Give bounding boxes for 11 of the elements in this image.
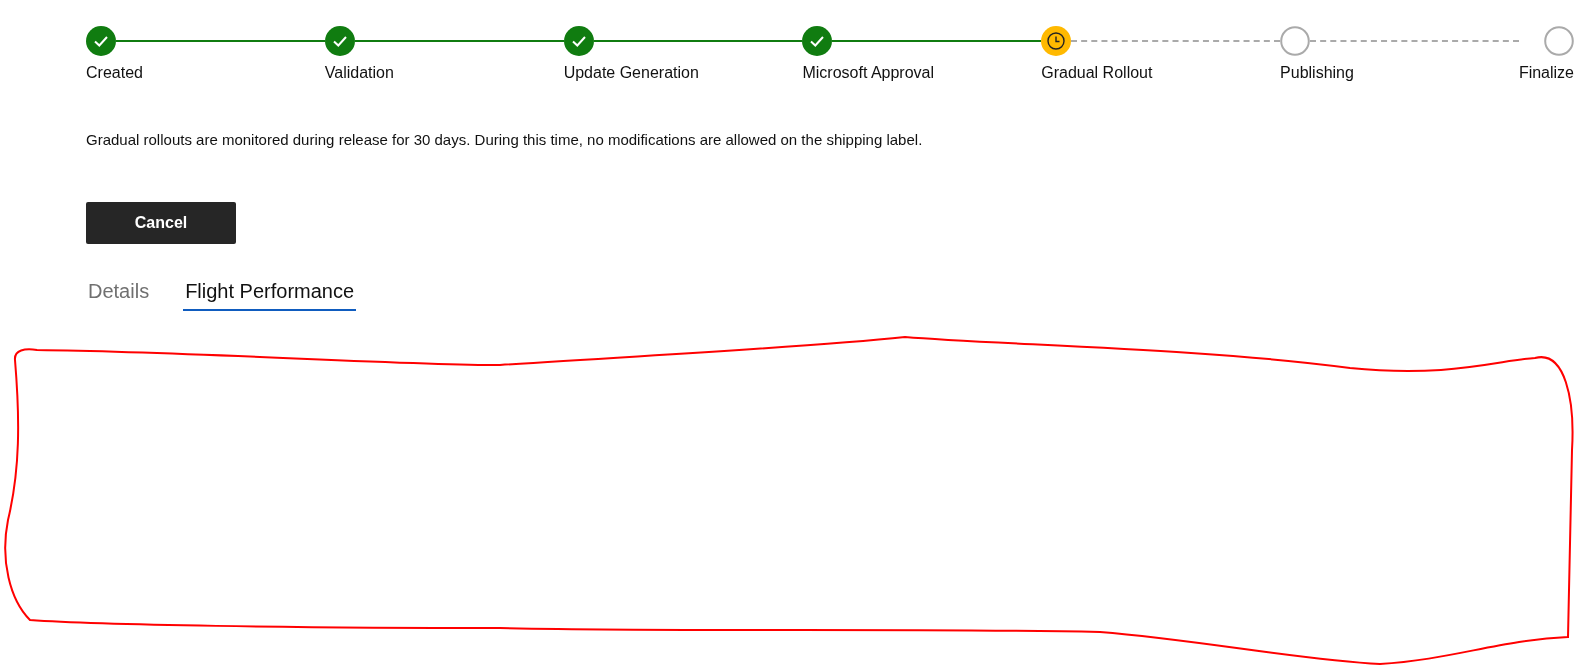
- step-label: Publishing: [1280, 64, 1355, 82]
- info-message: Gradual rollouts are monitored during release for 30 days. During this time, no modifications are allowed on the shipping label.: [86, 131, 924, 148]
- step-label: Validation: [324, 64, 395, 82]
- step-label: Created: [86, 64, 144, 82]
- step-label: Update Generation: [563, 64, 700, 82]
- tab[interactable]: Details: [86, 280, 152, 311]
- tab[interactable]: Flight Performance: [183, 280, 357, 311]
- cancel-button[interactable]: Cancel: [86, 202, 236, 244]
- step-label: Gradual Rollout: [1041, 64, 1154, 82]
- step-label: Microsoft Approval: [802, 64, 936, 82]
- step-label: Finalize: [1518, 64, 1574, 82]
